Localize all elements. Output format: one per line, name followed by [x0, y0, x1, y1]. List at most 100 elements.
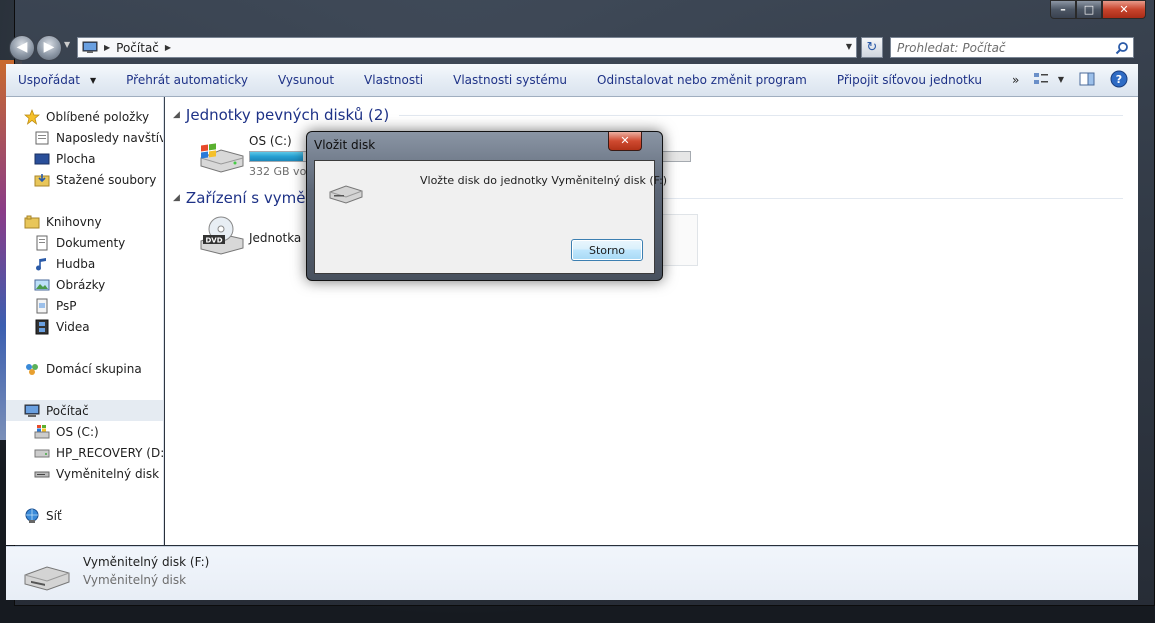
- star-icon: [24, 108, 40, 125]
- group-header-hard-drives[interactable]: ◢ Jednotky pevných disků (2): [173, 105, 1123, 125]
- system-properties-button[interactable]: Vlastnosti systému: [453, 73, 567, 87]
- sidebar-item-network[interactable]: Síť: [6, 505, 163, 526]
- organize-button[interactable]: Uspořádat ▼: [18, 73, 96, 87]
- windows-drive-icon: [200, 143, 244, 173]
- organize-label: Uspořádat: [18, 73, 80, 87]
- sidebar-item-psp[interactable]: PsP: [6, 295, 163, 316]
- sidebar-item-favorites[interactable]: Oblíbené položky: [6, 106, 163, 127]
- uninstall-program-button[interactable]: Odinstalovat nebo změnit program: [597, 73, 807, 87]
- sidebar-item-documents[interactable]: Dokumenty: [6, 232, 163, 253]
- breadcrumb-separator[interactable]: ▶: [104, 43, 110, 52]
- library-folder-icon: [36, 298, 48, 313]
- eject-label: Vysunout: [277, 73, 335, 87]
- search-input[interactable]: [897, 40, 1107, 55]
- sidebar-drive-c-label: OS (C:): [56, 424, 99, 439]
- sidebar-documents-label: Dokumenty: [56, 235, 126, 250]
- desktop-icon: [34, 153, 50, 164]
- sidebar-item-libraries[interactable]: Knihovny: [6, 211, 163, 232]
- refresh-button[interactable]: ↻: [861, 37, 883, 58]
- cancel-button[interactable]: Storno: [571, 239, 643, 261]
- drive-tile-dvd[interactable]: DVD Jednotka D: [197, 215, 314, 255]
- pictures-icon: [34, 279, 50, 290]
- back-button[interactable]: ◀: [9, 35, 35, 61]
- eject-button[interactable]: Vysunout: [278, 73, 334, 87]
- sidebar-drive-d-label: HP_RECOVERY (D:): [56, 445, 164, 460]
- sidebar-music-label: Hudba: [56, 256, 96, 271]
- sidebar-videos-label: Videa: [56, 319, 90, 334]
- sidebar-item-homegroup[interactable]: Domácí skupina: [6, 358, 163, 379]
- sidebar-item-downloads[interactable]: Stažené soubory: [6, 169, 163, 190]
- dialog-body: Vložte disk do jednotky Vyměnitelný disk…: [314, 160, 667, 274]
- preview-pane-icon[interactable]: [1078, 70, 1096, 88]
- sidebar-recent-label: Naposledy navštívené: [56, 130, 163, 145]
- recent-places-icon: [35, 131, 49, 144]
- sidebar-downloads-label: Stažené soubory: [56, 172, 157, 187]
- sidebar-item-music[interactable]: Hudba: [6, 253, 163, 274]
- breadcrumb-computer[interactable]: Počítač: [116, 41, 159, 55]
- dialog-close-button[interactable]: ✕: [608, 132, 642, 151]
- group-title-hard-drives: Jednotky pevných disků (2): [185, 106, 390, 124]
- properties-label: Vlastnosti: [364, 73, 424, 87]
- uninstall-program-label: Odinstalovat nebo změnit program: [597, 73, 807, 87]
- maximize-button[interactable]: □: [1076, 0, 1102, 19]
- details-item-type: Vyměnitelný disk: [83, 573, 187, 587]
- properties-button[interactable]: Vlastnosti: [364, 73, 423, 87]
- view-options-chevron-icon[interactable]: ▼: [1058, 75, 1064, 84]
- sidebar-item-drive-f[interactable]: Vyměnitelný disk (F:): [6, 463, 163, 484]
- group-divider: [399, 114, 1123, 116]
- removable-disk-icon: [34, 471, 50, 477]
- map-network-drive-button[interactable]: Připojit síťovou jednotku: [837, 73, 982, 87]
- dialog-message: Vložte disk do jednotky Vyměnitelný disk…: [420, 174, 668, 187]
- command-bar: Uspořádat ▼ Přehrát automaticky Vysunout…: [6, 64, 1138, 97]
- autoplay-button[interactable]: Přehrát automaticky: [126, 73, 248, 87]
- sidebar-drive-f-label: Vyměnitelný disk (F:): [56, 466, 163, 481]
- forward-button[interactable]: ▶: [36, 35, 62, 61]
- drive-c-capacity-fill: [250, 152, 303, 161]
- address-row: ◀ ▶ ▼ ▶ Počítač ▶ ▼ ↻: [6, 34, 1136, 61]
- autoplay-label: Přehrát automaticky: [126, 73, 248, 87]
- recent-pages-dropdown[interactable]: ▼: [64, 40, 70, 49]
- search-icon[interactable]: [1115, 41, 1129, 55]
- collapse-chevron-icon[interactable]: ◢: [173, 193, 180, 203]
- dvd-drive-icon: DVD: [200, 216, 244, 255]
- sidebar-item-videos[interactable]: Videa: [6, 316, 163, 337]
- sidebar-item-drive-d[interactable]: HP_RECOVERY (D:): [6, 442, 164, 463]
- search-box: [890, 37, 1134, 58]
- sidebar-item-drive-c[interactable]: OS (C:): [6, 421, 163, 442]
- minimize-button[interactable]: –: [1050, 0, 1076, 19]
- sidebar-pictures-label: Obrázky: [56, 277, 106, 292]
- sidebar-desktop-label: Plocha: [56, 151, 96, 166]
- system-properties-label: Vlastnosti systému: [453, 73, 568, 87]
- sidebar-item-desktop[interactable]: Plocha: [6, 148, 163, 169]
- breadcrumb-separator-icon[interactable]: ▶: [165, 43, 171, 52]
- insert-disk-dialog: Vložit disk ✕ Vložte disk do jednotky Vy…: [306, 131, 667, 281]
- removable-disk-icon: [24, 566, 70, 591]
- sidebar-item-pictures[interactable]: Obrázky: [6, 274, 163, 295]
- video-film-icon: [35, 319, 49, 334]
- downloads-folder-icon: [34, 173, 50, 186]
- sidebar-network-label: Síť: [46, 508, 62, 523]
- address-dropdown-icon[interactable]: ▼: [846, 42, 852, 51]
- sidebar-computer-label: Počítač: [46, 403, 89, 418]
- close-button[interactable]: ✕: [1102, 0, 1146, 19]
- dvd-details: Jednotka D: [249, 231, 314, 255]
- address-bar[interactable]: ▶ Počítač ▶ ▼: [77, 37, 857, 58]
- computer-icon: [82, 41, 98, 53]
- details-pane: Vyměnitelný disk (F:) Vyměnitelný disk: [6, 546, 1138, 600]
- window-controls: – □ ✕: [1050, 0, 1146, 20]
- map-network-drive-label: Připojit síťovou jednotku: [836, 73, 982, 87]
- windows-drive-icon: [34, 424, 50, 438]
- sidebar-item-computer[interactable]: Počítač: [6, 400, 163, 421]
- sidebar-homegroup-label: Domácí skupina: [46, 361, 142, 376]
- svg-text:?: ?: [1116, 73, 1122, 86]
- sidebar-item-recent[interactable]: Naposledy navštívené: [6, 127, 163, 148]
- network-icon: [25, 508, 39, 523]
- computer-icon: [24, 404, 40, 417]
- dialog-title: Vložit disk: [314, 138, 376, 152]
- change-view-icon[interactable]: [1032, 70, 1050, 88]
- music-note-icon: [36, 257, 46, 270]
- help-icon[interactable]: ?: [1110, 70, 1128, 88]
- dvd-drive-name: Jednotka D: [249, 231, 315, 245]
- collapse-chevron-icon[interactable]: ◢: [173, 110, 180, 120]
- hard-drive-icon: [34, 449, 50, 457]
